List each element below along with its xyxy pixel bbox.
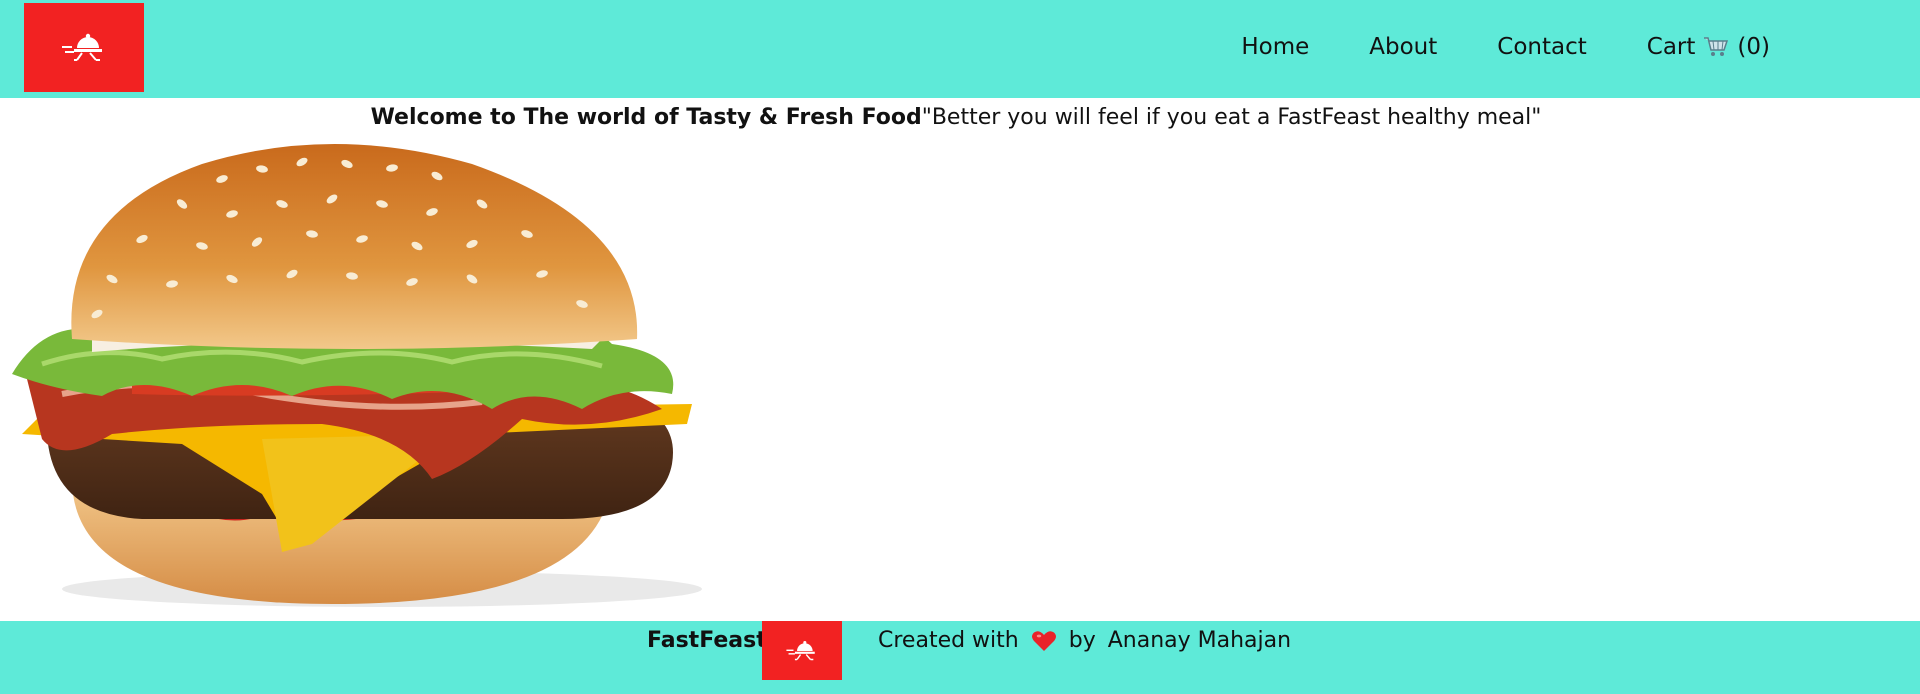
top-navbar: Home About Contact Cart (0) [0, 0, 1920, 98]
main-nav: Home About Contact Cart (0) [1241, 0, 1770, 94]
by-text: by [1068, 628, 1096, 653]
cart-label: Cart [1646, 34, 1696, 60]
footer-brand: FastFeast [647, 628, 767, 653]
created-with-text: Created with [878, 628, 1019, 653]
welcome-tagline: "Better you will feel if you eat a FastF… [921, 105, 1542, 130]
burger-image [12, 144, 702, 607]
shopping-cart-icon [1704, 37, 1729, 56]
site-logo[interactable] [24, 3, 144, 92]
footer-logo[interactable] [762, 621, 842, 680]
footer-credit: Created with by Ananay Mahajan [878, 621, 1291, 661]
heart-icon [1031, 631, 1056, 651]
food-delivery-cloche-icon [62, 33, 102, 61]
nav-contact-link[interactable]: Contact [1497, 34, 1586, 60]
welcome-heading: Welcome to The world of Tasty & Fresh Fo… [370, 105, 922, 130]
author-name: Ananay Mahajan [1107, 628, 1292, 653]
nav-home-link[interactable]: Home [1241, 34, 1309, 60]
welcome-text: Welcome to The world of Tasty & Fresh Fo… [0, 103, 1920, 133]
nav-cart-link[interactable]: Cart (0) [1647, 34, 1770, 60]
food-delivery-cloche-icon [786, 640, 815, 660]
footer: FastFeast Created with by Ananay Mahajan [0, 621, 1920, 694]
cart-count: (0) [1737, 34, 1770, 60]
nav-about-link[interactable]: About [1369, 34, 1437, 60]
